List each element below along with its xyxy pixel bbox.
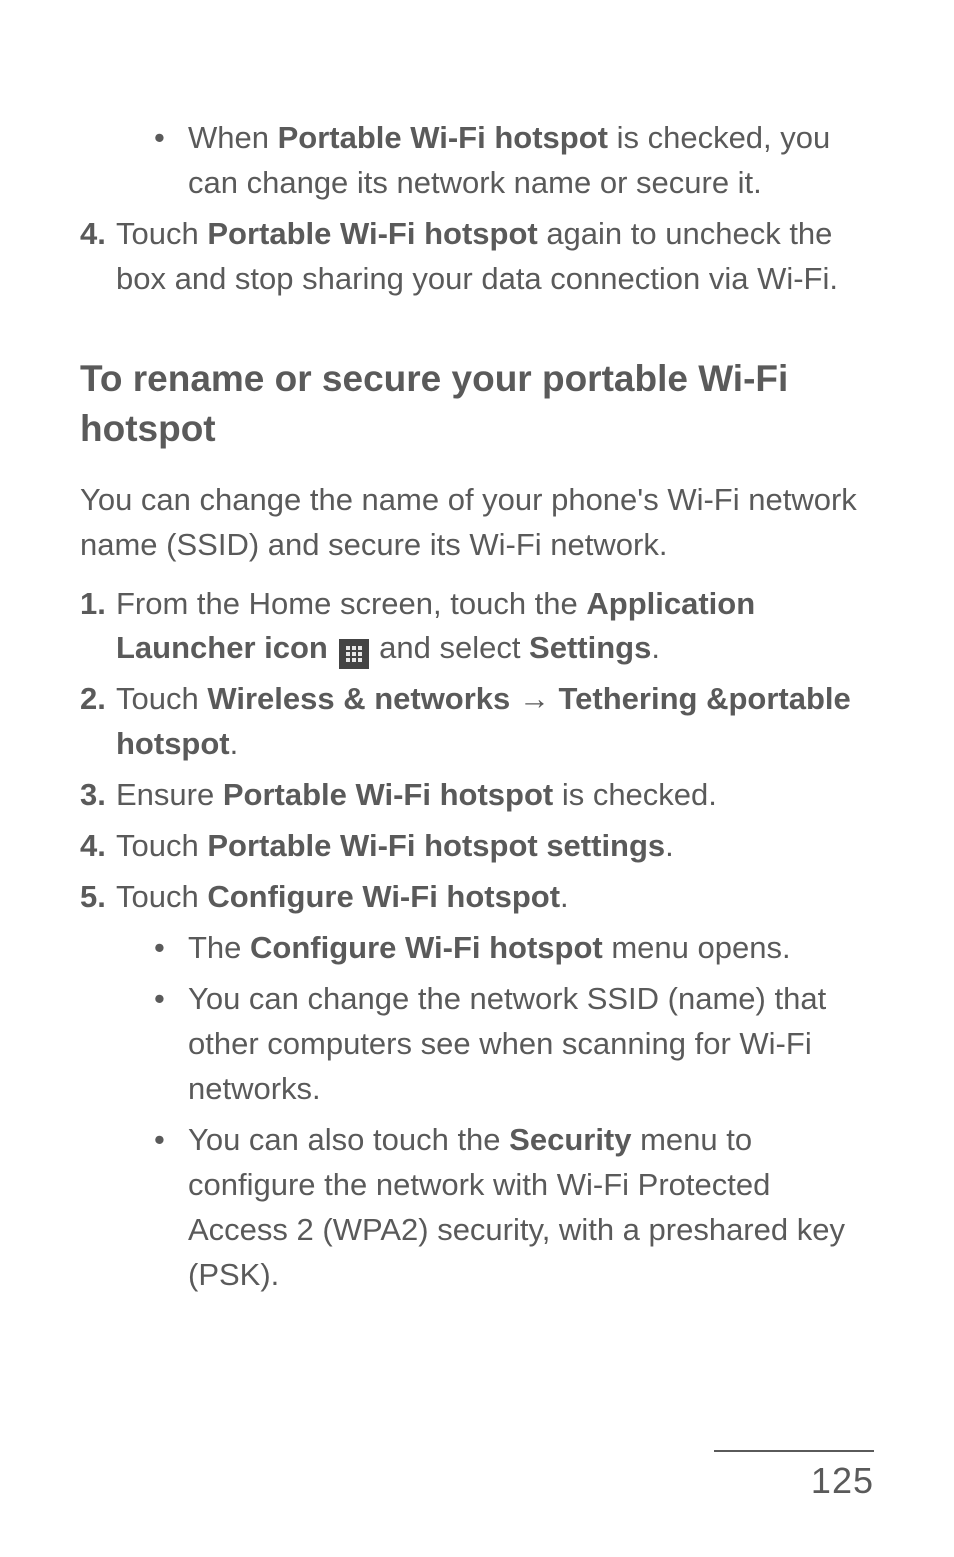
step-4-uncheck: 4. Touch Portable Wi-Fi hotspot again to… [80, 212, 874, 302]
section1-bullets: When Portable Wi-Fi hotspot is checked, … [116, 116, 874, 206]
manual-page: When Portable Wi-Fi hotspot is checked, … [0, 0, 954, 1557]
step-4: 4. Touch Portable Wi-Fi hotspot settings… [80, 824, 874, 869]
step-number: 4. [80, 212, 106, 257]
text: . [560, 879, 569, 914]
text-bold: Configure Wi-Fi hotspot [207, 879, 560, 914]
text: . [230, 726, 239, 761]
text-bold: Wireless & networks [207, 681, 510, 716]
text: Touch [116, 681, 207, 716]
footer-divider [714, 1450, 874, 1452]
step-number: 4. [80, 824, 106, 869]
text: Ensure [116, 777, 223, 812]
bullet-when-checked: When Portable Wi-Fi hotspot is checked, … [116, 116, 874, 206]
text: When [188, 120, 278, 155]
step-5-sub-bullets: The Configure Wi-Fi hotspot menu opens. … [116, 926, 874, 1298]
text-bold: Portable Wi-Fi hotspot settings [207, 828, 665, 863]
text-bold: Portable Wi-Fi hotspot [223, 777, 553, 812]
page-number: 125 [714, 1460, 874, 1502]
step-1: 1. From the Home screen, touch the Appli… [80, 582, 874, 672]
text: → [510, 681, 558, 716]
step-number: 5. [80, 875, 106, 920]
text [328, 630, 337, 665]
rename-steps: 1. From the Home screen, touch the Appli… [80, 582, 874, 1298]
bullet-change-ssid: You can change the network SSID (name) t… [116, 977, 874, 1112]
app-launcher-icon [339, 639, 369, 669]
step-number: 3. [80, 773, 106, 818]
step-number: 1. [80, 582, 106, 627]
text: . [651, 630, 660, 665]
text: and select [371, 630, 530, 665]
intro-paragraph: You can change the name of your phone's … [80, 478, 874, 568]
text: Touch [116, 216, 207, 251]
text: You can also touch the [188, 1122, 509, 1157]
text: menu opens. [603, 930, 791, 965]
text-bold: Configure Wi-Fi hotspot [250, 930, 603, 965]
bullet-menu-opens: The Configure Wi-Fi hotspot menu opens. [116, 926, 874, 971]
text: Touch [116, 828, 207, 863]
text-bold: Settings [529, 630, 651, 665]
text: The [188, 930, 250, 965]
step-number: 2. [80, 677, 106, 722]
heading-rename-secure: To rename or secure your portable Wi-Fi … [80, 354, 874, 454]
section1-steps: 4. Touch Portable Wi-Fi hotspot again to… [80, 212, 874, 302]
step-3: 3. Ensure Portable Wi-Fi hotspot is chec… [80, 773, 874, 818]
text: From the Home screen, touch the [116, 586, 586, 621]
text: is checked. [553, 777, 717, 812]
text: Touch [116, 879, 207, 914]
text-bold: Portable Wi-Fi hotspot [207, 216, 537, 251]
step-5: 5. Touch Configure Wi-Fi hotspot. The Co… [80, 875, 874, 1297]
step-2: 2. Touch Wireless & networks → Tethering… [80, 677, 874, 767]
text: . [665, 828, 674, 863]
text: You can change the network SSID (name) t… [188, 981, 826, 1106]
text-bold: Security [509, 1122, 631, 1157]
bullet-security-menu: You can also touch the Security menu to … [116, 1118, 874, 1298]
text-bold: Portable Wi-Fi hotspot [278, 120, 608, 155]
page-footer: 125 [714, 1450, 874, 1502]
